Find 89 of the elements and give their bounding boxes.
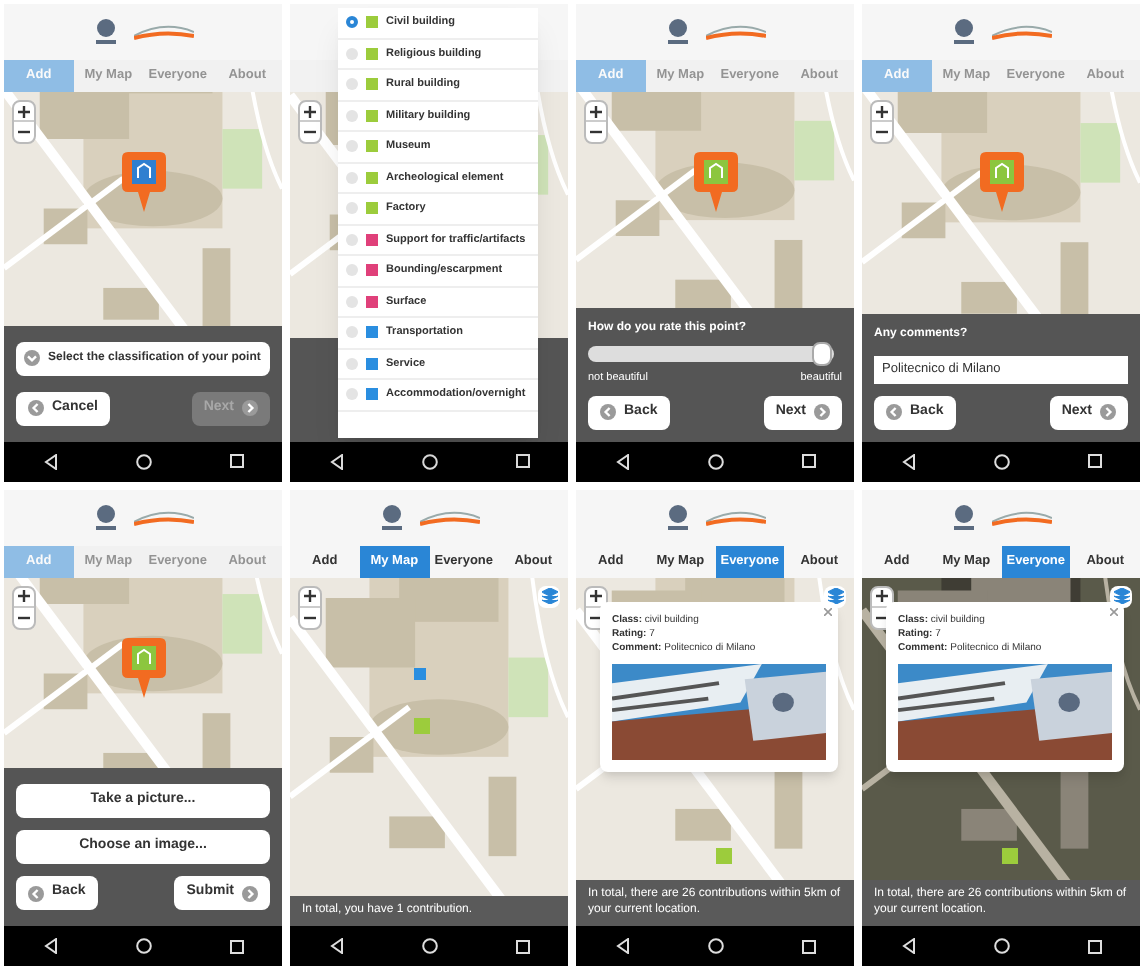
- arrow-left-icon: [28, 400, 44, 416]
- logo-icon: [665, 18, 689, 46]
- arrow-right-icon: [242, 885, 258, 901]
- radio-button[interactable]: [346, 388, 358, 401]
- recents-icon[interactable]: [801, 939, 815, 953]
- arrow-right-icon: [814, 404, 830, 420]
- plus-icon: [590, 105, 602, 117]
- back-icon[interactable]: [901, 938, 915, 954]
- minus-icon: [18, 611, 30, 623]
- arrow-right-icon: [1100, 404, 1116, 420]
- radio-button[interactable]: [346, 295, 358, 308]
- plus-icon: [18, 590, 30, 602]
- layers-icon: [541, 588, 557, 604]
- minus-icon: [876, 126, 888, 138]
- home-icon[interactable]: [993, 453, 1009, 469]
- radio-button[interactable]: [346, 326, 358, 339]
- zoom-in-button[interactable]: [586, 102, 606, 122]
- layers-icon: [827, 588, 843, 604]
- logo-icon: [665, 503, 689, 531]
- plus-icon: [304, 105, 316, 117]
- map-marker-icon[interactable]: [1002, 848, 1018, 864]
- logo-icon: [93, 503, 117, 531]
- wave-logo-icon: [133, 20, 193, 44]
- radio-button[interactable]: [346, 202, 358, 215]
- layers-icon: [1113, 588, 1129, 604]
- home-icon[interactable]: [135, 938, 151, 954]
- zoom-in-button[interactable]: [14, 587, 34, 607]
- arrow-right-icon: [242, 400, 258, 416]
- back-icon[interactable]: [329, 938, 343, 954]
- close-icon[interactable]: [824, 607, 832, 615]
- slider-thumb[interactable]: [811, 342, 832, 367]
- zoom-in-button[interactable]: [300, 102, 320, 122]
- home-icon[interactable]: [993, 938, 1009, 954]
- plus-icon: [304, 590, 316, 602]
- recents-icon[interactable]: [1087, 939, 1101, 953]
- arrow-left-icon: [28, 885, 44, 901]
- radio-button[interactable]: [346, 47, 358, 60]
- home-icon[interactable]: [707, 453, 723, 469]
- slider-track[interactable]: [588, 346, 834, 363]
- home-icon[interactable]: [135, 453, 151, 469]
- radio-button[interactable]: [346, 264, 358, 277]
- back-icon[interactable]: [615, 938, 629, 954]
- map-pin-icon[interactable]: [121, 152, 165, 212]
- recents-icon[interactable]: [515, 454, 529, 468]
- plus-icon: [590, 590, 602, 602]
- zoom-in-button[interactable]: [300, 587, 320, 607]
- minus-icon: [18, 126, 30, 138]
- back-icon[interactable]: [901, 453, 915, 469]
- logo-icon: [379, 503, 403, 531]
- wave-logo-icon: [991, 20, 1051, 44]
- map-marker-icon[interactable]: [716, 848, 732, 864]
- radio-button[interactable]: [346, 357, 358, 370]
- plus-icon: [876, 590, 888, 602]
- home-icon[interactable]: [421, 453, 437, 469]
- map-pin-icon[interactable]: [121, 637, 165, 697]
- recents-icon[interactable]: [1087, 454, 1101, 468]
- dropdown-icon: [24, 350, 40, 366]
- map-pin-icon[interactable]: [693, 152, 737, 212]
- radio-button[interactable]: [346, 140, 358, 153]
- logo-icon: [951, 503, 975, 531]
- minus-icon: [590, 126, 602, 138]
- radio-button[interactable]: [346, 109, 358, 122]
- map-pin-icon[interactable]: [979, 152, 1023, 212]
- logo-icon: [951, 18, 975, 46]
- back-icon[interactable]: [43, 453, 57, 469]
- arrow-left-icon: [886, 404, 902, 420]
- recents-icon[interactable]: [229, 454, 243, 468]
- radio-button[interactable]: [346, 16, 358, 29]
- logo-icon: [93, 18, 117, 46]
- recents-icon[interactable]: [801, 454, 815, 468]
- home-icon[interactable]: [421, 938, 437, 954]
- back-icon[interactable]: [615, 453, 629, 469]
- radio-button[interactable]: [346, 78, 358, 91]
- back-icon[interactable]: [329, 453, 343, 469]
- recents-icon[interactable]: [515, 939, 529, 953]
- plus-icon: [18, 105, 30, 117]
- minus-icon: [304, 611, 316, 623]
- radio-button[interactable]: [346, 171, 358, 184]
- close-icon[interactable]: [1110, 607, 1118, 615]
- minus-icon: [304, 126, 316, 138]
- radio-button[interactable]: [346, 233, 358, 246]
- arrow-left-icon: [600, 404, 616, 420]
- wave-logo-icon: [705, 20, 765, 44]
- zoom-in-button[interactable]: [872, 102, 892, 122]
- home-icon[interactable]: [707, 938, 723, 954]
- recents-icon[interactable]: [229, 939, 243, 953]
- back-icon[interactable]: [43, 938, 57, 954]
- zoom-in-button[interactable]: [14, 102, 34, 122]
- plus-icon: [876, 105, 888, 117]
